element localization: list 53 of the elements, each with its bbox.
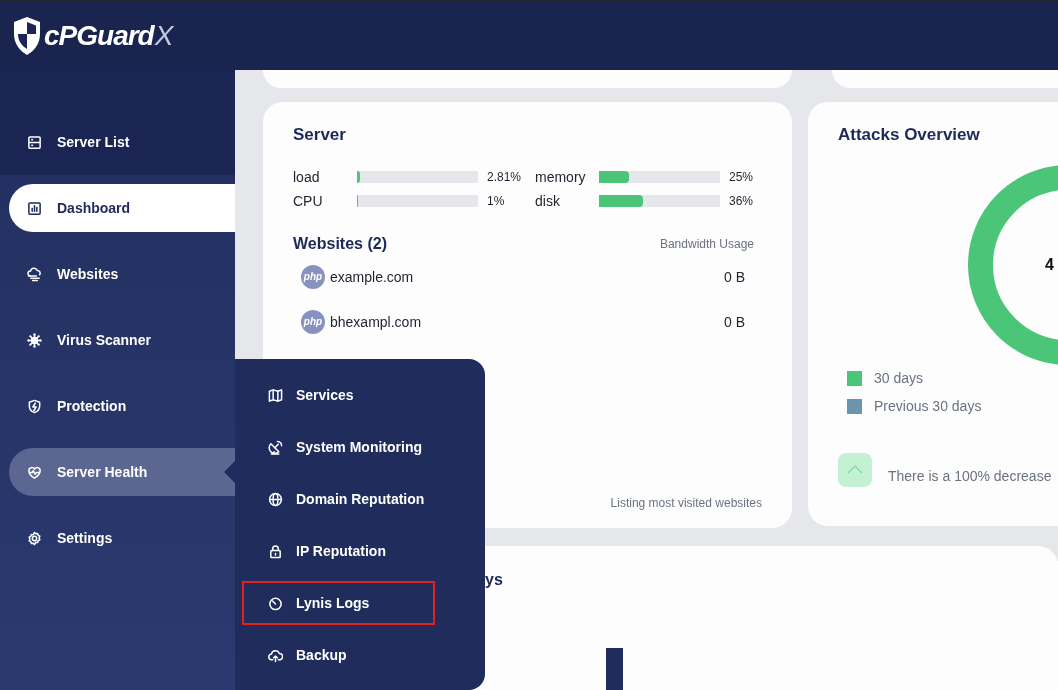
nav-item[interactable]: Protection	[9, 382, 235, 430]
chevron-up-icon	[838, 453, 872, 487]
cloud-icon	[27, 266, 42, 282]
submenu-item[interactable]: Services	[242, 373, 435, 417]
card-title: Server	[293, 125, 346, 145]
bar-chart-icon	[27, 200, 42, 216]
meter-reading: 25%	[729, 170, 754, 184]
nav-item[interactable]: Websites	[9, 250, 235, 298]
server-icon	[27, 134, 42, 150]
gauge-icon	[268, 595, 283, 611]
satellite-dish-icon	[268, 439, 283, 455]
legend-label: Previous 30 days	[874, 398, 982, 414]
meter-label: CPU	[293, 193, 324, 209]
submenu-item[interactable]: Backup	[242, 633, 435, 677]
meter-label: disk	[535, 193, 561, 209]
card-title: ys	[485, 570, 503, 590]
nav-item[interactable]: Dashboard	[9, 184, 235, 232]
nav-item[interactable]: Virus Scanner	[9, 316, 235, 364]
submenu-item[interactable]: Domain Reputation	[242, 477, 435, 521]
map-icon	[268, 387, 283, 403]
attack-count: 4	[1045, 256, 1054, 274]
section-title: Websites (2)	[293, 235, 387, 253]
legend-label: 30 days	[874, 370, 924, 386]
logo-text: cPGuardX	[44, 19, 173, 53]
card-title: Attacks Overview	[838, 125, 980, 145]
meter-reading: 36%	[729, 194, 754, 208]
php-logo: php	[301, 264, 325, 289]
nav-item[interactable]: Settings	[9, 514, 235, 562]
globe-icon	[268, 491, 283, 507]
chart-bar	[606, 648, 623, 690]
nav-item[interactable]: Server Health	[9, 448, 235, 496]
server-list-link[interactable]: Server List	[0, 131, 130, 153]
meter-reading: 1%	[487, 194, 505, 208]
bandwidth-value: 0 B	[724, 313, 745, 330]
website-domain: example.com	[330, 268, 414, 285]
php-logo: php	[301, 309, 325, 334]
meter-label: load	[293, 169, 321, 185]
virus-icon	[27, 332, 42, 348]
submenu-item[interactable]: System Monitoring	[242, 425, 435, 469]
settings-icon	[27, 530, 42, 546]
submenu-item[interactable]: IP Reputation	[242, 529, 435, 573]
trend-text: There is a 100% decrease	[888, 468, 1052, 484]
column-header: Bandwidth Usage	[659, 237, 754, 251]
cloud-upload-icon	[268, 647, 283, 663]
checkered-shield-icon	[12, 16, 42, 56]
website-domain: bhexampl.com	[330, 313, 422, 330]
shield-bolt-icon	[27, 398, 42, 414]
submenu-item[interactable]: Lynis Logs	[242, 581, 435, 625]
card-footer-text: Listing most visited websites	[610, 496, 762, 510]
meter-reading: 2.81%	[487, 170, 522, 184]
meter-label: memory	[535, 169, 587, 185]
bandwidth-value: 0 B	[724, 268, 745, 285]
heart-pulse-icon	[27, 464, 42, 480]
